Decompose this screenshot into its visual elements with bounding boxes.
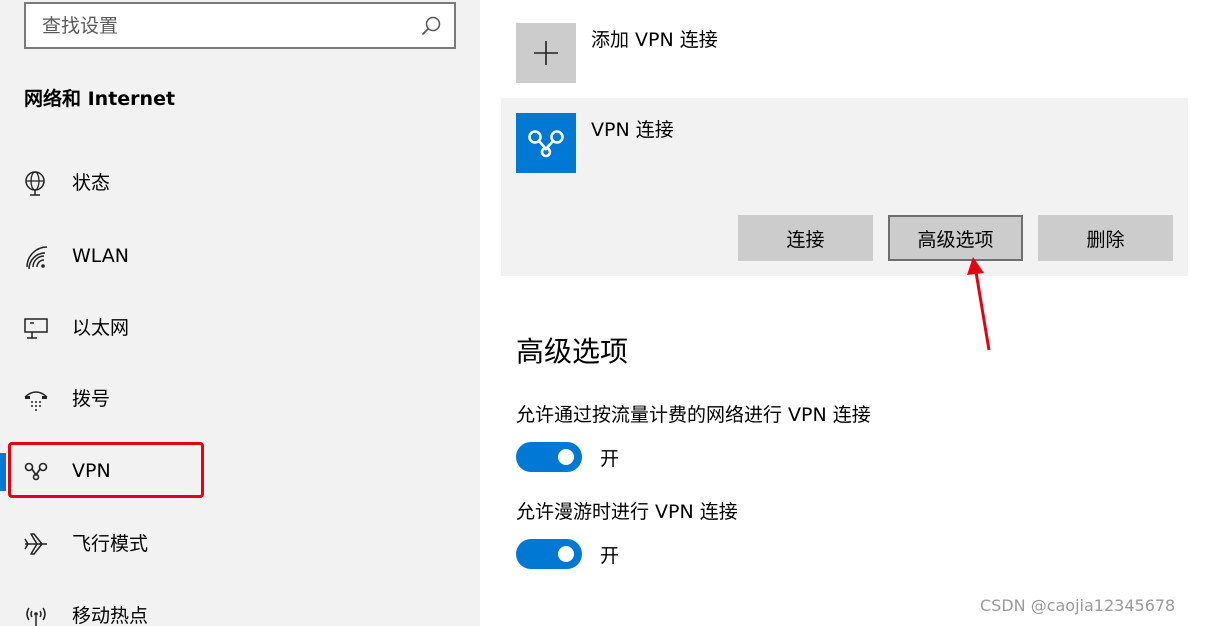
- metered-network-toggle[interactable]: [516, 442, 582, 472]
- ethernet-icon: [24, 318, 48, 339]
- vpn-icon: [528, 130, 564, 158]
- globe-icon: [25, 171, 45, 196]
- sidebar-item-label: 以太网: [72, 317, 130, 339]
- advanced-options-button[interactable]: 高级选项: [888, 215, 1023, 261]
- section-title: 网络和 Internet: [24, 88, 176, 110]
- sidebar-item-ethernet[interactable]: 以太网: [0, 300, 480, 356]
- sidebar-item-label: 移动热点: [72, 605, 149, 626]
- annotation-highlight-box: [8, 442, 204, 498]
- search-input[interactable]: [42, 4, 402, 47]
- wifi-icon: [26, 246, 48, 270]
- roaming-option-label: 允许漫游时进行 VPN 连接: [516, 501, 738, 523]
- vpn-connection-name: VPN 连接: [591, 119, 674, 141]
- sidebar-item-airplane[interactable]: 飞行模式: [0, 516, 480, 572]
- airplane-icon: [24, 533, 47, 555]
- toggle-knob: [558, 546, 574, 562]
- settings-window: 网络和 Internet 状态 WLAN: [0, 0, 1214, 626]
- hotspot-icon: [26, 607, 46, 626]
- sidebar: 网络和 Internet 状态 WLAN: [0, 0, 480, 626]
- sidebar-item-label: 飞行模式: [72, 533, 149, 555]
- sidebar-item-label: 状态: [72, 172, 111, 194]
- vpn-connection-card[interactable]: VPN 连接 连接 高级选项 删除: [501, 98, 1188, 276]
- sidebar-item-label: WLAN: [72, 245, 130, 267]
- advanced-options-heading: 高级选项: [516, 335, 629, 368]
- search-box[interactable]: [24, 2, 456, 49]
- sidebar-item-dialup[interactable]: 拨号: [0, 371, 480, 427]
- sidebar-item-wlan[interactable]: WLAN: [0, 228, 480, 284]
- roaming-toggle-state: 开: [600, 545, 620, 567]
- toggle-knob: [558, 449, 574, 465]
- metered-network-option-label: 允许通过按流量计费的网络进行 VPN 连接: [516, 404, 871, 426]
- roaming-toggle[interactable]: [516, 539, 582, 569]
- add-vpn-button[interactable]: [516, 23, 576, 83]
- sidebar-item-hotspot[interactable]: 移动热点: [0, 588, 480, 626]
- sidebar-item-label: 拨号: [72, 388, 111, 410]
- connect-button[interactable]: 连接: [738, 215, 873, 261]
- add-vpn-label[interactable]: 添加 VPN 连接: [591, 25, 718, 52]
- plus-icon: [534, 41, 558, 65]
- selection-indicator: [0, 453, 6, 491]
- search-icon[interactable]: [420, 15, 442, 37]
- metered-network-toggle-state: 开: [600, 448, 620, 470]
- sidebar-item-status[interactable]: 状态: [0, 155, 480, 211]
- watermark: CSDN @caojia12345678: [980, 596, 1176, 615]
- delete-button[interactable]: 删除: [1038, 215, 1173, 261]
- dialup-icon: [24, 391, 48, 411]
- vpn-connection-tile: [516, 113, 576, 173]
